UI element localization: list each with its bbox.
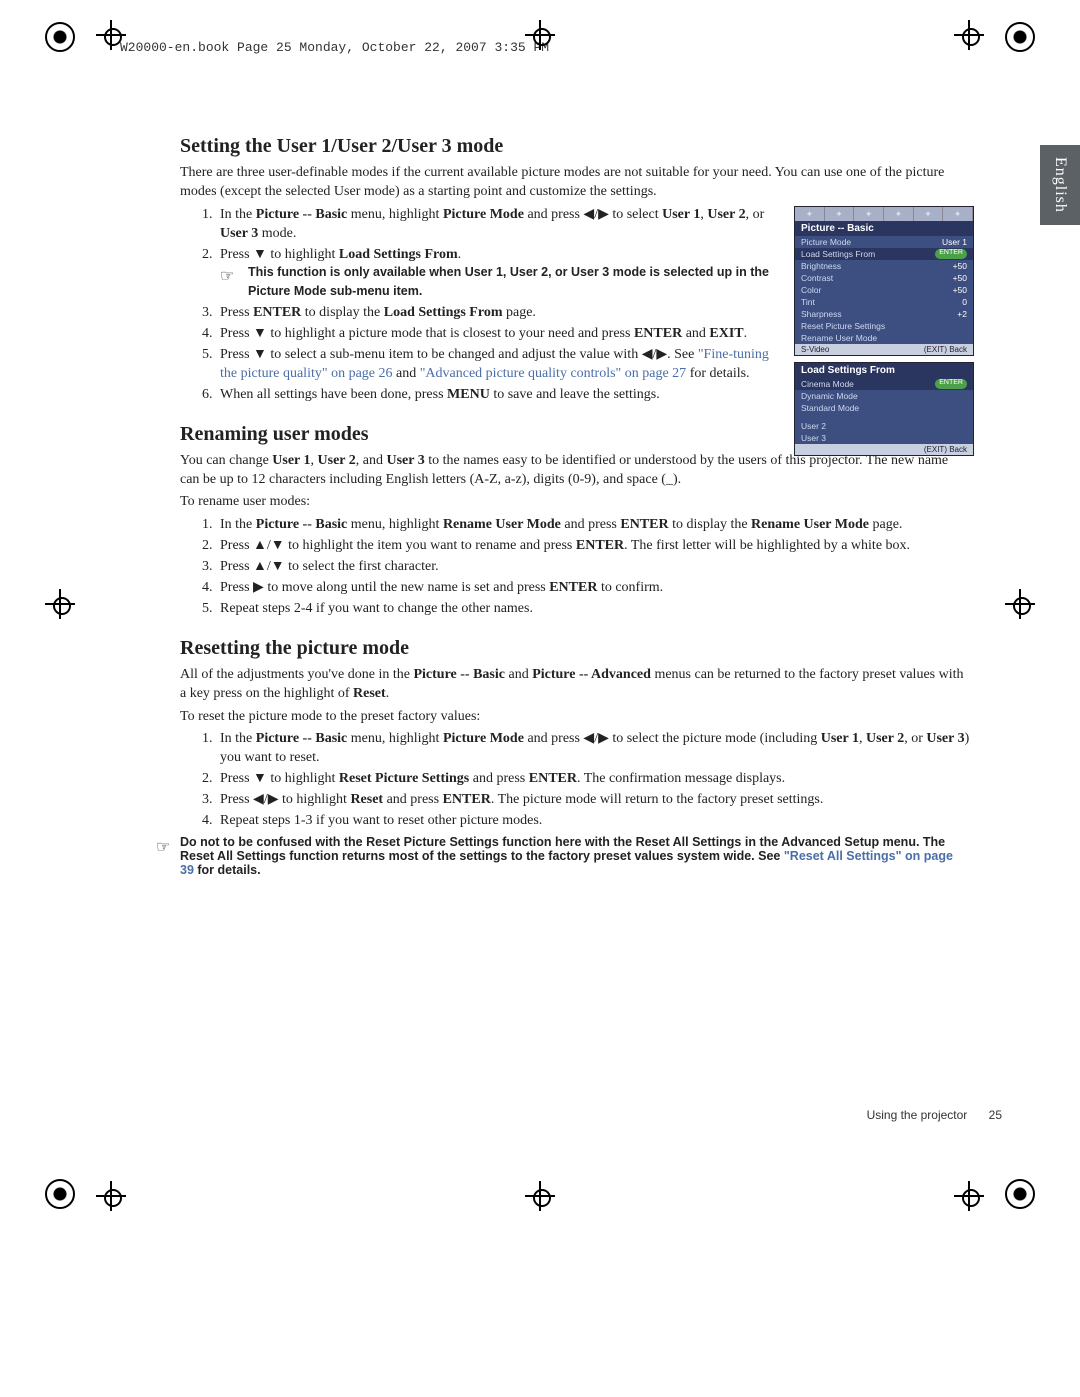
section3-steps: In the Picture -- Basic menu, highlight … bbox=[180, 730, 970, 830]
step: Press ◀/▶ to highlight Reset and press E… bbox=[216, 791, 970, 810]
osd-load-settings: Load Settings From Cinema Mode ENTER Dyna… bbox=[794, 362, 974, 456]
heading-resetting: Resetting the picture mode bbox=[180, 637, 970, 660]
osd-row-val: +50 bbox=[953, 261, 967, 271]
osd-row-val: +2 bbox=[957, 309, 967, 319]
step: When all settings have been done, press … bbox=[216, 386, 780, 405]
step: In the Picture -- Basic menu, highlight … bbox=[216, 516, 970, 535]
page-footer: Using the projector 25 bbox=[867, 1108, 1002, 1122]
section3-lead: To reset the picture mode to the preset … bbox=[180, 708, 970, 727]
osd-row-label: Rename User Mode bbox=[801, 333, 877, 343]
step: Press ▼ to select a sub-menu item to be … bbox=[216, 346, 780, 384]
osd-row-label: User 2 bbox=[801, 421, 826, 431]
osd-row-label: Standard Mode bbox=[801, 403, 859, 413]
osd-enter-badge: ENTER bbox=[935, 249, 967, 259]
crop-mark bbox=[1005, 22, 1035, 52]
osd-footer-right: (EXIT) Back bbox=[924, 345, 967, 354]
osd-row-val: +50 bbox=[953, 285, 967, 295]
section2-lead: To rename user modes: bbox=[180, 493, 970, 512]
osd-row-label: Contrast bbox=[801, 273, 833, 283]
step: Press ▼ to highlight Reset Picture Setti… bbox=[216, 770, 970, 789]
step: Press ▲/▼ to highlight the item you want… bbox=[216, 537, 970, 556]
step: Press ENTER to display the Load Settings… bbox=[216, 304, 780, 323]
osd-row-label: Dynamic Mode bbox=[801, 391, 858, 401]
osd-row-label: Tint bbox=[801, 297, 815, 307]
osd-row-label: Brightness bbox=[801, 261, 841, 271]
section3-intro: All of the adjustments you've done in th… bbox=[180, 666, 970, 704]
osd-row-label: Sharpness bbox=[801, 309, 842, 319]
osd-footer-right: (EXIT) Back bbox=[924, 445, 967, 454]
section2-steps: In the Picture -- Basic menu, highlight … bbox=[180, 516, 970, 618]
step: Repeat steps 1-3 if you want to reset ot… bbox=[216, 812, 970, 831]
osd-picture-basic: ✦✦✦✦✦✦ Picture -- Basic Picture ModeUser… bbox=[794, 206, 974, 356]
osd-screenshots: ✦✦✦✦✦✦ Picture -- Basic Picture ModeUser… bbox=[794, 206, 972, 462]
osd-row-val: +50 bbox=[953, 273, 967, 283]
osd-row-label: User 3 bbox=[801, 433, 826, 443]
osd-row-label: Reset Picture Settings bbox=[801, 321, 885, 331]
osd-title: Load Settings From bbox=[795, 363, 973, 378]
osd-row-label: Load Settings From bbox=[801, 249, 875, 259]
language-tab: English bbox=[1040, 145, 1080, 225]
registration-mark bbox=[954, 1181, 984, 1211]
crop-mark bbox=[45, 22, 75, 52]
step: In the Picture -- Basic menu, highlight … bbox=[216, 730, 970, 768]
hand-icon: ☞ bbox=[156, 837, 170, 857]
crop-mark bbox=[1005, 1179, 1035, 1209]
page-number: 25 bbox=[989, 1108, 1002, 1122]
step: In the Picture -- Basic menu, highlight … bbox=[216, 206, 780, 244]
osd-footer-left: S-Video bbox=[801, 345, 829, 354]
crop-mark bbox=[45, 1179, 75, 1209]
osd-row-label: Color bbox=[801, 285, 821, 295]
hand-icon: ☞ bbox=[220, 266, 234, 288]
link-advanced-controls[interactable]: "Advanced picture quality controls" on p… bbox=[420, 366, 686, 381]
section1-intro: There are three user-definable modes if … bbox=[180, 164, 970, 202]
step: Repeat steps 2-4 if you want to change t… bbox=[216, 600, 970, 619]
osd-title: Picture -- Basic bbox=[795, 221, 973, 236]
registration-mark bbox=[45, 589, 75, 619]
footer-label: Using the projector bbox=[867, 1108, 968, 1122]
page: W20000-en.book Page 25 Monday, October 2… bbox=[0, 0, 1080, 1397]
step: Press ▲/▼ to select the first character. bbox=[216, 558, 970, 577]
registration-mark bbox=[954, 20, 984, 50]
osd-row-val: User 1 bbox=[942, 237, 967, 247]
section1-steps: In the Picture -- Basic menu, highlight … bbox=[180, 206, 780, 405]
reset-note: ☞ Do not to be confused with the Reset P… bbox=[156, 835, 970, 877]
registration-mark bbox=[525, 20, 555, 50]
heading-setting-user-mode: Setting the User 1/User 2/User 3 mode bbox=[180, 135, 970, 158]
osd-row-val: 0 bbox=[962, 297, 967, 307]
osd-enter-badge: ENTER bbox=[935, 379, 967, 389]
osd-row-label: Picture Mode bbox=[801, 237, 851, 247]
step: Press ▼ to highlight a picture mode that… bbox=[216, 325, 780, 344]
registration-mark bbox=[96, 1181, 126, 1211]
step: Press ▼ to highlight Load Settings From.… bbox=[216, 246, 780, 303]
registration-mark bbox=[1005, 589, 1035, 619]
osd-row-label: Cinema Mode bbox=[801, 379, 854, 389]
note: ☞ This function is only available when U… bbox=[220, 264, 780, 302]
registration-mark bbox=[96, 20, 126, 50]
registration-mark bbox=[525, 1181, 555, 1211]
step: Press ▶ to move along until the new name… bbox=[216, 579, 970, 598]
